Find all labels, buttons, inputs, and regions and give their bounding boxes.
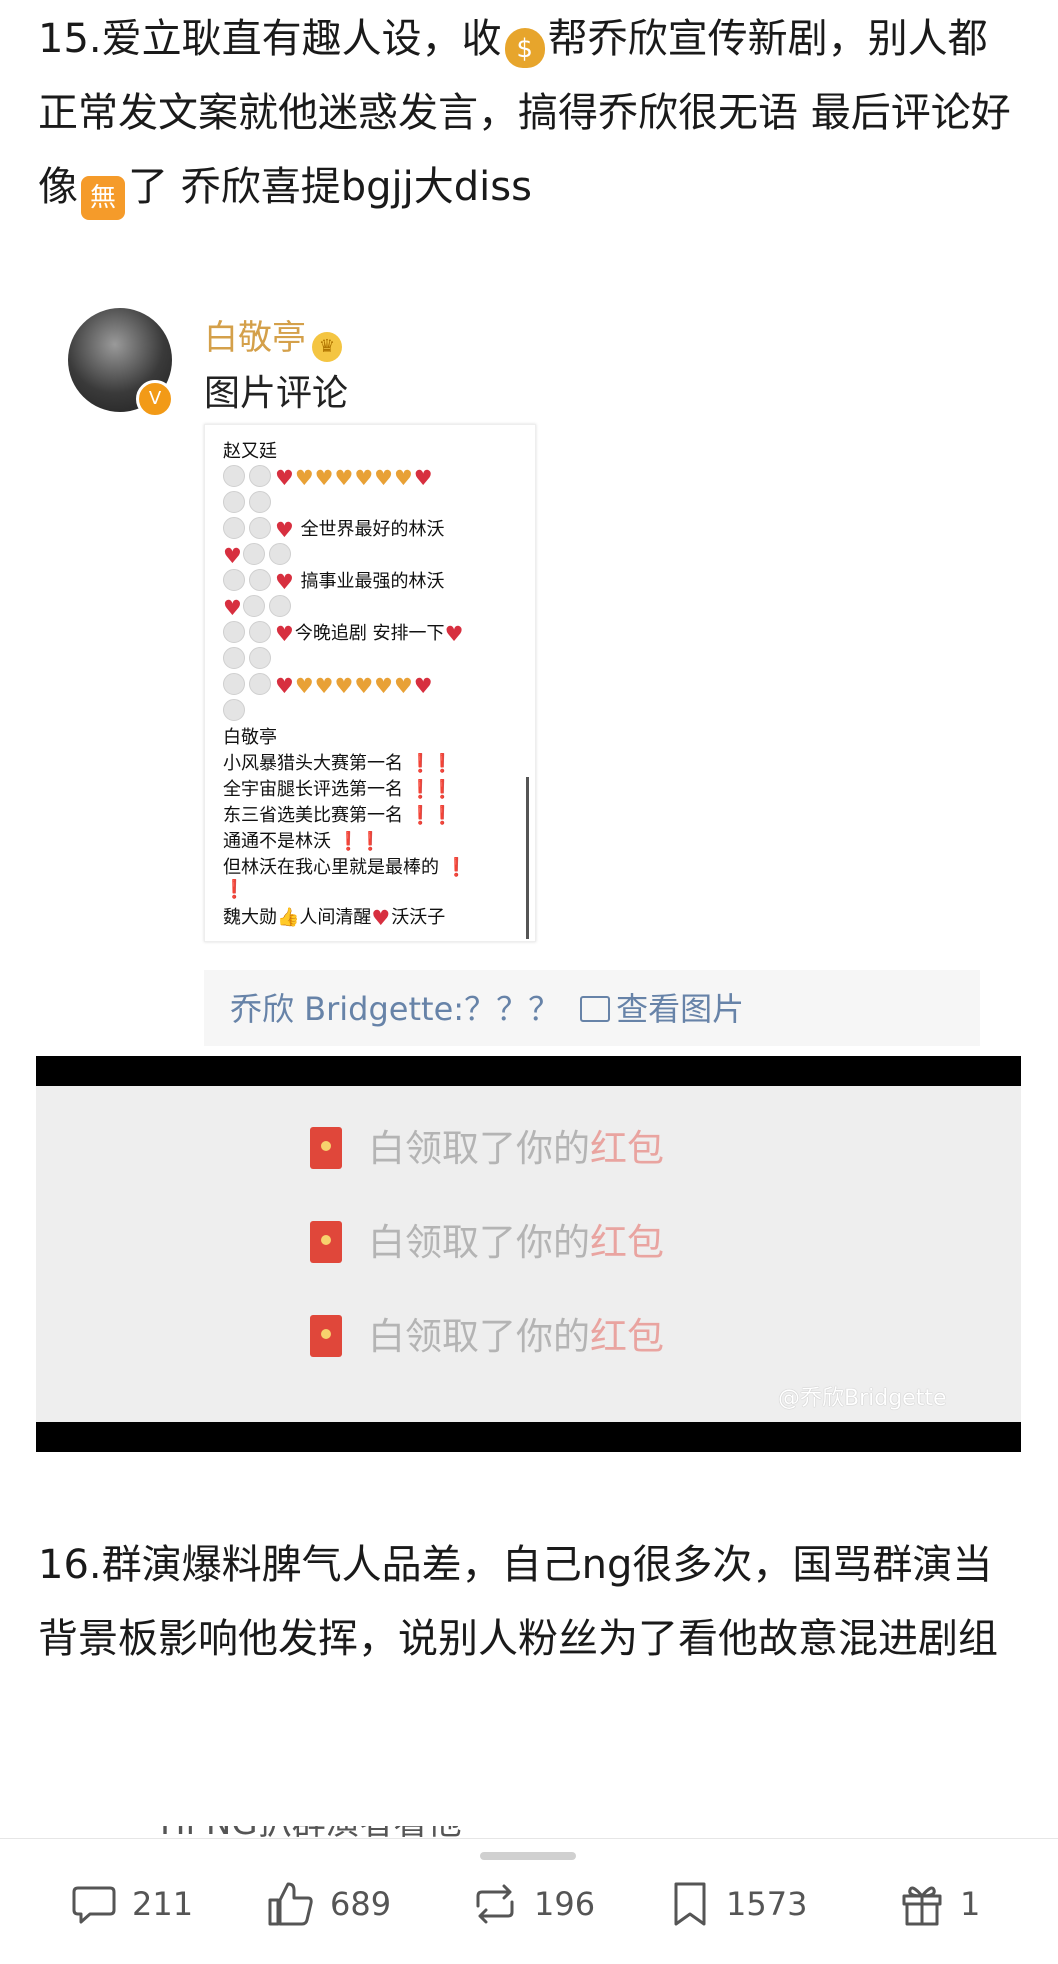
chat-line-text: 魏大勋👍人间清醒♥沃沃子 — [223, 906, 446, 930]
para15-text-a: 15.爱立耿直有趣人设，收 — [38, 16, 502, 62]
red-packet-icon — [310, 1221, 342, 1263]
weibo-watermark: @乔欣Bridgette — [778, 1386, 947, 1411]
image-black-bar-top — [36, 1056, 1021, 1086]
chat-line-dots — [223, 647, 275, 673]
chat-line-text: 东三省选美比赛第一名 ❗❗ — [223, 805, 454, 826]
verified-badge-icon: V — [136, 380, 174, 418]
gift-count: 1 — [960, 1885, 981, 1923]
bookmark-icon — [674, 1882, 706, 1926]
para15-text-c: 了 乔欣喜提bgjj大diss — [128, 164, 532, 210]
comment-count: 211 — [132, 1885, 194, 1923]
favorite-button[interactable]: 1573 — [668, 1876, 807, 1932]
like-count: 689 — [330, 1885, 392, 1923]
gift-icon — [902, 1886, 942, 1926]
repost-button[interactable]: 196 — [470, 1876, 595, 1932]
chat-line-hearts: ♥♥♥♥♥♥♥♥ — [223, 673, 434, 699]
image-black-bar-bottom — [36, 1422, 1021, 1452]
chat-line-text: 但林沃在我心里就是最棒的 ❗ — [223, 857, 468, 878]
drag-handle[interactable] — [480, 1852, 576, 1860]
thumbs-up-icon — [268, 1882, 313, 1926]
comment-icon — [72, 1886, 116, 1924]
chat-line-text: ♥今晚追剧 安排一下♥ — [223, 621, 464, 647]
comment-image[interactable]: 赵又廷 ♥♥♥♥♥♥♥♥ ♥ 全世界最好的林沃 ♥ ♥ 搞事业最强的林沃 ♥ ♥… — [204, 424, 536, 942]
chat-line-text: 全宇宙腿长评选第一名 ❗❗ — [223, 779, 454, 800]
image-scrollbar — [526, 777, 529, 939]
repost-count: 196 — [534, 1885, 596, 1923]
username-text: 白敬亭 — [204, 318, 306, 358]
chat-line-text: 小风暴猎头大赛第一名 ❗❗ — [223, 753, 454, 774]
chat-line-text: 通通不是林沃 ❗❗ — [223, 831, 382, 852]
comment-button[interactable]: 211 — [70, 1876, 193, 1932]
chat-line-name: 赵又廷 — [223, 441, 277, 462]
favorite-count: 1573 — [726, 1885, 808, 1923]
reply-text: ？？？ — [464, 990, 561, 1028]
reply-line[interactable]: 乔欣 Bridgette:？？？ 查看图片 — [230, 984, 744, 1030]
comment-type-label: 图片评论 — [204, 373, 349, 414]
chat-line-name: 白敬亭 — [223, 727, 277, 748]
post-paragraph-16: 16.群演爆料脾气人品差，自己ng很多次，国骂群演当背景板影响他发挥，说别人粉丝… — [38, 1542, 998, 1662]
red-packet-row: 白领取了你的红包 — [310, 1306, 664, 1360]
red-packet-row: 白领取了你的红包 — [310, 1212, 664, 1266]
view-image-link[interactable]: 查看图片 — [616, 990, 744, 1028]
wu-emoji-icon: 無 — [81, 176, 125, 220]
reply-author: 乔欣 Bridgette: — [230, 990, 465, 1028]
chat-line-hearts: ♥♥♥♥♥♥♥♥ — [223, 465, 434, 491]
red-packet-row: 白领取了你的红包 — [310, 1118, 664, 1172]
chat-line-dots: ♥ — [223, 595, 295, 621]
chat-line-dots — [223, 699, 249, 725]
like-button[interactable]: 689 — [266, 1876, 391, 1932]
chat-line-dots — [223, 491, 275, 517]
gift-button[interactable]: 1 — [898, 1876, 980, 1932]
red-packet-icon — [310, 1127, 342, 1169]
comment-username[interactable]: 白敬亭 ♛ — [204, 310, 342, 362]
repost-icon — [476, 1884, 514, 1924]
red-packet-icon — [310, 1315, 342, 1357]
post-paragraph-15: 15.爱立耿直有趣人设，收 $ 帮乔欣宣传新剧，别人都正常发文案就他迷惑发言，搞得乔… — [38, 2, 1023, 224]
money-bag-icon: $ — [504, 28, 545, 68]
crown-icon: ♛ — [312, 332, 342, 362]
chat-line-dots: ♥ — [223, 543, 295, 569]
image-icon — [580, 996, 611, 1022]
chat-line-text: ♥ 搞事业最强的林沃 — [223, 569, 445, 595]
chat-line-text: ❗ — [223, 879, 246, 900]
chat-line-text: ♥ 全世界最好的林沃 — [223, 517, 445, 543]
